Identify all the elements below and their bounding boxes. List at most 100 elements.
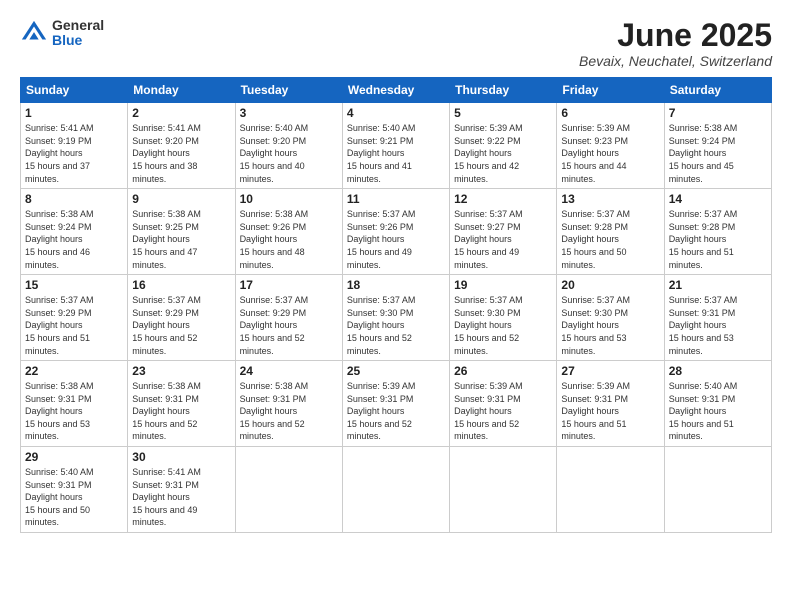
day-info: Sunrise: 5:40 AM Sunset: 9:20 PM Dayligh… xyxy=(240,122,338,185)
day-number: 7 xyxy=(669,106,767,120)
day-info: Sunrise: 5:39 AM Sunset: 9:31 PM Dayligh… xyxy=(454,380,552,443)
calendar-cell: 3 Sunrise: 5:40 AM Sunset: 9:20 PM Dayli… xyxy=(235,103,342,189)
calendar-cell: 22 Sunrise: 5:38 AM Sunset: 9:31 PM Dayl… xyxy=(21,361,128,447)
day-number: 24 xyxy=(240,364,338,378)
page: General Blue June 2025 Bevaix, Neuchatel… xyxy=(0,0,792,612)
calendar-cell: 16 Sunrise: 5:37 AM Sunset: 9:29 PM Dayl… xyxy=(128,275,235,361)
calendar-cell: 29 Sunrise: 5:40 AM Sunset: 9:31 PM Dayl… xyxy=(21,447,128,533)
title-block: June 2025 Bevaix, Neuchatel, Switzerland xyxy=(579,18,772,69)
calendar-cell xyxy=(664,447,771,533)
day-info: Sunrise: 5:40 AM Sunset: 9:21 PM Dayligh… xyxy=(347,122,445,185)
day-info: Sunrise: 5:39 AM Sunset: 9:31 PM Dayligh… xyxy=(347,380,445,443)
col-monday: Monday xyxy=(128,78,235,103)
day-number: 19 xyxy=(454,278,552,292)
day-info: Sunrise: 5:39 AM Sunset: 9:31 PM Dayligh… xyxy=(561,380,659,443)
calendar-cell: 1 Sunrise: 5:41 AM Sunset: 9:19 PM Dayli… xyxy=(21,103,128,189)
day-number: 26 xyxy=(454,364,552,378)
calendar-cell: 12 Sunrise: 5:37 AM Sunset: 9:27 PM Dayl… xyxy=(450,189,557,275)
day-number: 30 xyxy=(132,450,230,464)
logo-icon xyxy=(20,19,48,47)
calendar-cell: 26 Sunrise: 5:39 AM Sunset: 9:31 PM Dayl… xyxy=(450,361,557,447)
calendar-cell: 4 Sunrise: 5:40 AM Sunset: 9:21 PM Dayli… xyxy=(342,103,449,189)
calendar-table: Sunday Monday Tuesday Wednesday Thursday… xyxy=(20,77,772,533)
calendar-cell: 5 Sunrise: 5:39 AM Sunset: 9:22 PM Dayli… xyxy=(450,103,557,189)
header-row: Sunday Monday Tuesday Wednesday Thursday… xyxy=(21,78,772,103)
day-number: 4 xyxy=(347,106,445,120)
day-number: 9 xyxy=(132,192,230,206)
calendar-cell: 9 Sunrise: 5:38 AM Sunset: 9:25 PM Dayli… xyxy=(128,189,235,275)
day-info: Sunrise: 5:37 AM Sunset: 9:28 PM Dayligh… xyxy=(669,208,767,271)
day-info: Sunrise: 5:40 AM Sunset: 9:31 PM Dayligh… xyxy=(669,380,767,443)
calendar-cell xyxy=(557,447,664,533)
day-info: Sunrise: 5:38 AM Sunset: 9:26 PM Dayligh… xyxy=(240,208,338,271)
day-info: Sunrise: 5:41 AM Sunset: 9:19 PM Dayligh… xyxy=(25,122,123,185)
calendar-cell: 13 Sunrise: 5:37 AM Sunset: 9:28 PM Dayl… xyxy=(557,189,664,275)
calendar-cell xyxy=(235,447,342,533)
calendar-cell: 17 Sunrise: 5:37 AM Sunset: 9:29 PM Dayl… xyxy=(235,275,342,361)
calendar-cell: 25 Sunrise: 5:39 AM Sunset: 9:31 PM Dayl… xyxy=(342,361,449,447)
calendar-cell xyxy=(450,447,557,533)
calendar-cell: 8 Sunrise: 5:38 AM Sunset: 9:24 PM Dayli… xyxy=(21,189,128,275)
day-number: 5 xyxy=(454,106,552,120)
day-number: 3 xyxy=(240,106,338,120)
day-info: Sunrise: 5:37 AM Sunset: 9:28 PM Dayligh… xyxy=(561,208,659,271)
day-info: Sunrise: 5:38 AM Sunset: 9:24 PM Dayligh… xyxy=(669,122,767,185)
col-thursday: Thursday xyxy=(450,78,557,103)
calendar-cell: 11 Sunrise: 5:37 AM Sunset: 9:26 PM Dayl… xyxy=(342,189,449,275)
day-number: 17 xyxy=(240,278,338,292)
day-info: Sunrise: 5:38 AM Sunset: 9:25 PM Dayligh… xyxy=(132,208,230,271)
day-info: Sunrise: 5:38 AM Sunset: 9:31 PM Dayligh… xyxy=(240,380,338,443)
week-row-4: 22 Sunrise: 5:38 AM Sunset: 9:31 PM Dayl… xyxy=(21,361,772,447)
day-number: 28 xyxy=(669,364,767,378)
day-info: Sunrise: 5:39 AM Sunset: 9:22 PM Dayligh… xyxy=(454,122,552,185)
day-number: 18 xyxy=(347,278,445,292)
day-number: 21 xyxy=(669,278,767,292)
calendar-cell: 15 Sunrise: 5:37 AM Sunset: 9:29 PM Dayl… xyxy=(21,275,128,361)
col-saturday: Saturday xyxy=(664,78,771,103)
header: General Blue June 2025 Bevaix, Neuchatel… xyxy=(20,18,772,69)
day-number: 2 xyxy=(132,106,230,120)
calendar-cell: 28 Sunrise: 5:40 AM Sunset: 9:31 PM Dayl… xyxy=(664,361,771,447)
col-sunday: Sunday xyxy=(21,78,128,103)
calendar-cell: 10 Sunrise: 5:38 AM Sunset: 9:26 PM Dayl… xyxy=(235,189,342,275)
day-info: Sunrise: 5:37 AM Sunset: 9:26 PM Dayligh… xyxy=(347,208,445,271)
calendar-cell: 27 Sunrise: 5:39 AM Sunset: 9:31 PM Dayl… xyxy=(557,361,664,447)
day-number: 6 xyxy=(561,106,659,120)
day-info: Sunrise: 5:38 AM Sunset: 9:31 PM Dayligh… xyxy=(25,380,123,443)
day-info: Sunrise: 5:37 AM Sunset: 9:27 PM Dayligh… xyxy=(454,208,552,271)
day-info: Sunrise: 5:37 AM Sunset: 9:30 PM Dayligh… xyxy=(561,294,659,357)
day-info: Sunrise: 5:41 AM Sunset: 9:31 PM Dayligh… xyxy=(132,466,230,529)
calendar-cell: 24 Sunrise: 5:38 AM Sunset: 9:31 PM Dayl… xyxy=(235,361,342,447)
location-title: Bevaix, Neuchatel, Switzerland xyxy=(579,53,772,69)
logo-blue-text: Blue xyxy=(52,33,104,48)
calendar-cell: 7 Sunrise: 5:38 AM Sunset: 9:24 PM Dayli… xyxy=(664,103,771,189)
day-number: 11 xyxy=(347,192,445,206)
calendar-cell: 20 Sunrise: 5:37 AM Sunset: 9:30 PM Dayl… xyxy=(557,275,664,361)
calendar-cell xyxy=(342,447,449,533)
day-info: Sunrise: 5:37 AM Sunset: 9:31 PM Dayligh… xyxy=(669,294,767,357)
day-info: Sunrise: 5:40 AM Sunset: 9:31 PM Dayligh… xyxy=(25,466,123,529)
day-info: Sunrise: 5:38 AM Sunset: 9:24 PM Dayligh… xyxy=(25,208,123,271)
day-info: Sunrise: 5:37 AM Sunset: 9:30 PM Dayligh… xyxy=(347,294,445,357)
calendar-cell: 23 Sunrise: 5:38 AM Sunset: 9:31 PM Dayl… xyxy=(128,361,235,447)
day-number: 10 xyxy=(240,192,338,206)
day-info: Sunrise: 5:41 AM Sunset: 9:20 PM Dayligh… xyxy=(132,122,230,185)
col-friday: Friday xyxy=(557,78,664,103)
day-number: 13 xyxy=(561,192,659,206)
day-number: 27 xyxy=(561,364,659,378)
calendar-cell: 19 Sunrise: 5:37 AM Sunset: 9:30 PM Dayl… xyxy=(450,275,557,361)
week-row-2: 8 Sunrise: 5:38 AM Sunset: 9:24 PM Dayli… xyxy=(21,189,772,275)
logo-text: General Blue xyxy=(52,18,104,49)
day-info: Sunrise: 5:37 AM Sunset: 9:29 PM Dayligh… xyxy=(240,294,338,357)
day-number: 15 xyxy=(25,278,123,292)
day-info: Sunrise: 5:37 AM Sunset: 9:29 PM Dayligh… xyxy=(25,294,123,357)
week-row-3: 15 Sunrise: 5:37 AM Sunset: 9:29 PM Dayl… xyxy=(21,275,772,361)
day-info: Sunrise: 5:37 AM Sunset: 9:30 PM Dayligh… xyxy=(454,294,552,357)
calendar-cell: 2 Sunrise: 5:41 AM Sunset: 9:20 PM Dayli… xyxy=(128,103,235,189)
week-row-1: 1 Sunrise: 5:41 AM Sunset: 9:19 PM Dayli… xyxy=(21,103,772,189)
day-info: Sunrise: 5:39 AM Sunset: 9:23 PM Dayligh… xyxy=(561,122,659,185)
day-number: 20 xyxy=(561,278,659,292)
col-wednesday: Wednesday xyxy=(342,78,449,103)
day-number: 25 xyxy=(347,364,445,378)
day-number: 8 xyxy=(25,192,123,206)
